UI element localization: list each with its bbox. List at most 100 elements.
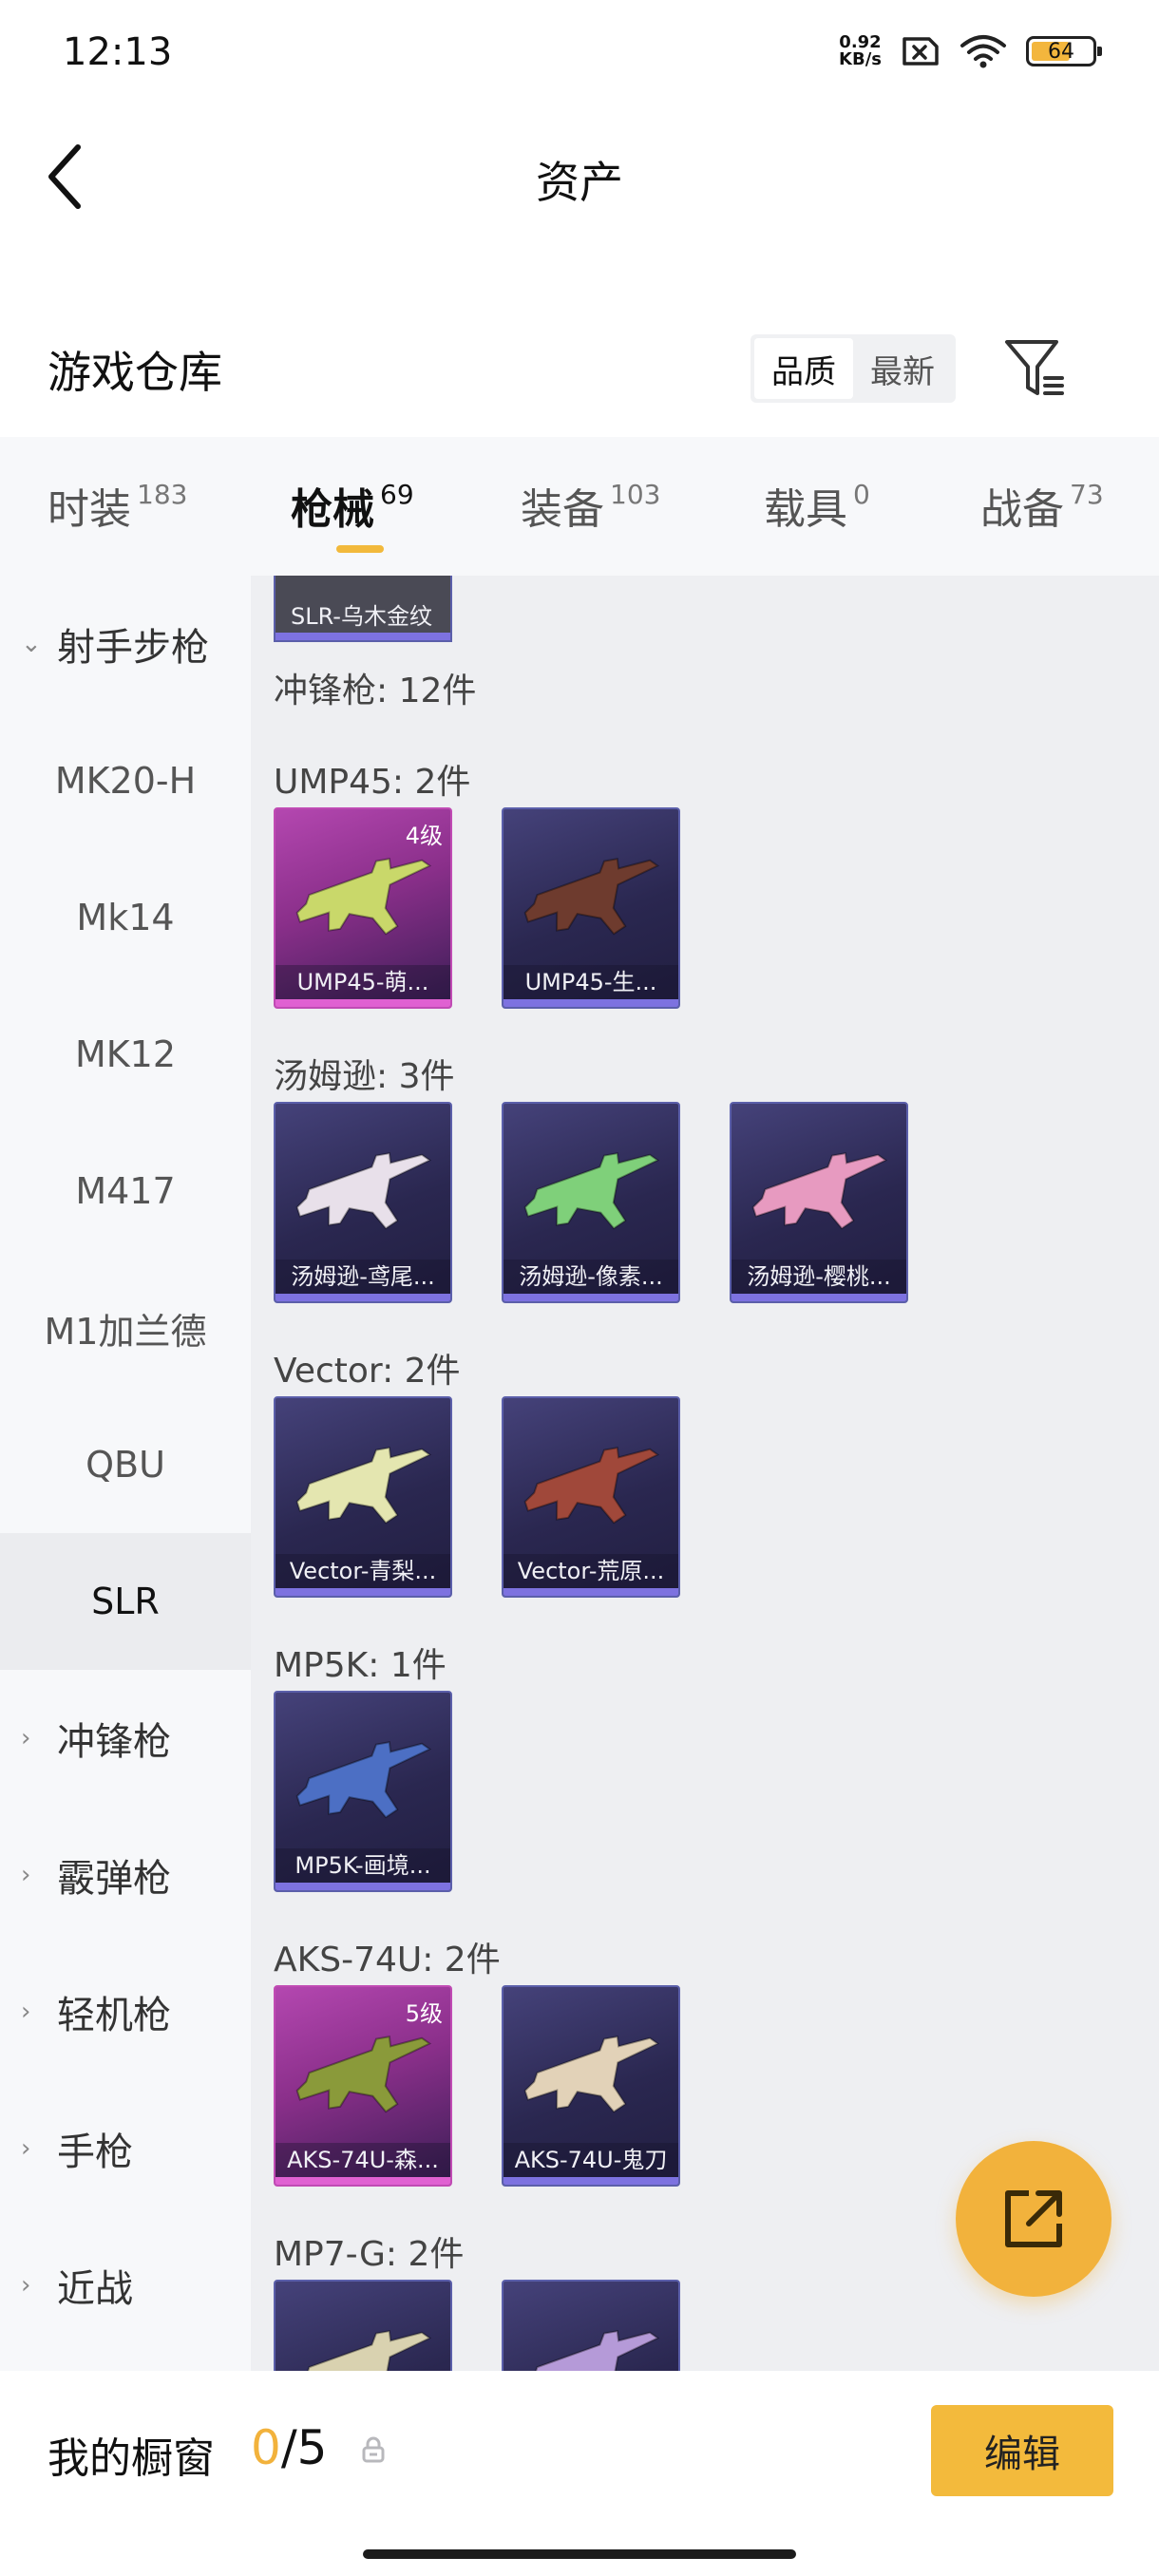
- net-speed-unit: KB/s: [839, 49, 882, 69]
- weapon-card-name: 汤姆逊-鸢尾...: [276, 1260, 450, 1294]
- sort-option-newest[interactable]: 最新: [853, 338, 952, 399]
- weapon-card[interactable]: 汤姆逊-鸢尾...: [274, 1102, 452, 1303]
- sidebar-item-mk20h[interactable]: MK20-H: [0, 712, 251, 849]
- quality-stripe: [276, 633, 450, 640]
- tab-supplies[interactable]: 战备 73: [980, 475, 1104, 536]
- weapon-card-name: UMP45-萌...: [276, 965, 450, 999]
- showcase-bar: 我的橱窗 0/5 编辑: [0, 2371, 1159, 2576]
- weapon-skin-image: [523, 858, 660, 936]
- page-title: 资产: [536, 157, 623, 208]
- app-header: 资产: [0, 112, 1159, 241]
- net-speed: 0.92 KB/s: [839, 34, 882, 68]
- sidebar-category-lmg[interactable]: › 轻机枪: [0, 1943, 251, 2080]
- weapon-card[interactable]: 汤姆逊-樱桃...: [730, 1102, 908, 1303]
- weapon-skin-image: [295, 1741, 432, 1819]
- tab-label: 时装: [48, 485, 131, 534]
- weapon-card[interactable]: UMP45-生...: [502, 807, 680, 1009]
- quality-stripe: [276, 1294, 450, 1301]
- filter-icon: [1005, 340, 1064, 395]
- chevron-right-icon: ›: [21, 1724, 31, 1752]
- edit-button[interactable]: 编辑: [931, 2405, 1113, 2496]
- warehouse-title: 游戏仓库: [48, 347, 222, 398]
- weapon-grid: SLR-乌木金纹 冲锋枪: 12件 UMP45: 2件 4级 UMP45-萌... U…: [251, 576, 1159, 2371]
- weapon-sidebar: ⌄ 射手步枪 MK20-H Mk14 MK12 M417 M1加兰德 QBU S…: [0, 576, 251, 2371]
- wifi-icon: [960, 35, 1006, 68]
- chevron-right-icon: ›: [21, 1998, 31, 2026]
- tab-count: 0: [853, 479, 870, 510]
- sidebar-item-slr[interactable]: SLR: [0, 1533, 251, 1670]
- tab-fashion[interactable]: 时装 183: [48, 475, 187, 536]
- tab-count: 69: [380, 479, 414, 510]
- tab-firearms[interactable]: 枪械 69: [291, 475, 414, 553]
- weapon-card-name: 汤姆逊-像素...: [504, 1260, 678, 1294]
- quality-stripe: [504, 1588, 678, 1596]
- sidebar-item-mk12[interactable]: MK12: [0, 986, 251, 1123]
- chevron-right-icon: ›: [21, 1861, 31, 1889]
- sidebar-item-qbu[interactable]: QBU: [0, 1396, 251, 1533]
- battery-text: 64: [1048, 39, 1074, 64]
- weapon-card-name: 汤姆逊-樱桃...: [732, 1260, 906, 1294]
- weapon-card-slr-partial[interactable]: SLR-乌木金纹: [274, 576, 452, 642]
- sidebar-category-label: 手枪: [57, 2131, 133, 2174]
- chevron-down-icon: ⌄: [21, 630, 42, 658]
- weapon-card[interactable]: Vector-荒原...: [502, 1396, 680, 1598]
- tab-vehicles[interactable]: 载具 0: [764, 475, 870, 536]
- sidebar-category-melee[interactable]: › 近战: [0, 2217, 251, 2354]
- showcase-count-current: 0: [251, 2420, 281, 2475]
- sidebar-category-label: 霰弹枪: [57, 1857, 171, 1901]
- sidebar-category-pistol[interactable]: › 手枪: [0, 2080, 251, 2217]
- sidebar-category-shotgun[interactable]: › 霰弹枪: [0, 1807, 251, 1943]
- sidebar-category-label: 近战: [57, 2267, 133, 2311]
- filter-button[interactable]: [1001, 336, 1070, 403]
- quality-stripe: [504, 999, 678, 1007]
- weapon-card[interactable]: AKS-74U-鬼刀: [502, 1985, 680, 2187]
- weapon-level-badge: 5级: [405, 2000, 443, 2027]
- tab-label: 装备: [521, 485, 604, 534]
- sim-x-icon: [902, 37, 939, 66]
- lock-icon: [362, 2436, 385, 2463]
- tab-equipment[interactable]: 装备 103: [521, 475, 660, 536]
- weapon-group-label: Vector: 2件: [274, 1352, 461, 1391]
- weapon-skin-image: [523, 2330, 660, 2371]
- sort-toggle: 品质 最新: [750, 334, 956, 403]
- quality-stripe: [504, 1294, 678, 1301]
- tab-count: 103: [610, 479, 661, 510]
- tab-count: 183: [137, 479, 188, 510]
- showcase-count-total: 5: [296, 2420, 328, 2475]
- sidebar-category-marksman-rifle[interactable]: ⌄ 射手步枪: [0, 576, 251, 712]
- weapon-skin-image: [295, 2036, 432, 2113]
- weapon-skin-image: [523, 2036, 660, 2113]
- sidebar-item-mk14[interactable]: Mk14: [0, 849, 251, 986]
- weapon-card[interactable]: 5级 AKS-74U-森...: [274, 1985, 452, 2187]
- warehouse-row: 游戏仓库 品质 最新: [0, 313, 1159, 427]
- chevron-right-icon: ›: [21, 2271, 31, 2300]
- weapon-card-name: Vector-荒原...: [504, 1554, 678, 1588]
- weapon-group-label: UMP45: 2件: [274, 763, 471, 802]
- weapon-card[interactable]: [502, 2280, 680, 2371]
- weapon-group-label: MP5K: 1件: [274, 1646, 446, 1685]
- weapon-skin-image: [751, 1152, 888, 1230]
- status-bar: 12:13 0.92 KB/s 64: [0, 0, 1159, 112]
- weapon-card[interactable]: Vector-青梨...: [274, 1396, 452, 1598]
- chevron-right-icon: ›: [21, 2134, 31, 2163]
- weapon-card[interactable]: 汤姆逊-像素...: [502, 1102, 680, 1303]
- weapon-group-label: MP7-G: 2件: [274, 2235, 465, 2274]
- showcase-count-separator: /: [280, 2420, 297, 2475]
- sidebar-item-m1-garand[interactable]: M1加兰德: [0, 1260, 251, 1396]
- battery-icon: 64: [1026, 36, 1102, 66]
- home-indicator: [363, 2549, 796, 2559]
- showcase-title: 我的橱窗: [48, 2434, 215, 2483]
- weapon-skin-image: [295, 1447, 432, 1525]
- weapon-card-name: MP5K-画境...: [276, 1848, 450, 1883]
- sidebar-category-label: 射手步枪: [57, 626, 209, 670]
- weapon-card[interactable]: MP5K-画境...: [274, 1691, 452, 1892]
- weapon-card-name: SLR-乌木金纹: [291, 603, 432, 630]
- weapon-group-label: AKS-74U: 2件: [274, 1941, 501, 1979]
- sort-option-quality[interactable]: 品质: [754, 338, 853, 399]
- share-button[interactable]: [956, 2141, 1112, 2297]
- tab-label: 枪械: [291, 485, 374, 534]
- sidebar-category-smg[interactable]: › 冲锋枪: [0, 1670, 251, 1807]
- weapon-card[interactable]: 4级 UMP45-萌...: [274, 807, 452, 1009]
- sidebar-item-m417[interactable]: M417: [0, 1123, 251, 1260]
- weapon-card[interactable]: [274, 2280, 452, 2371]
